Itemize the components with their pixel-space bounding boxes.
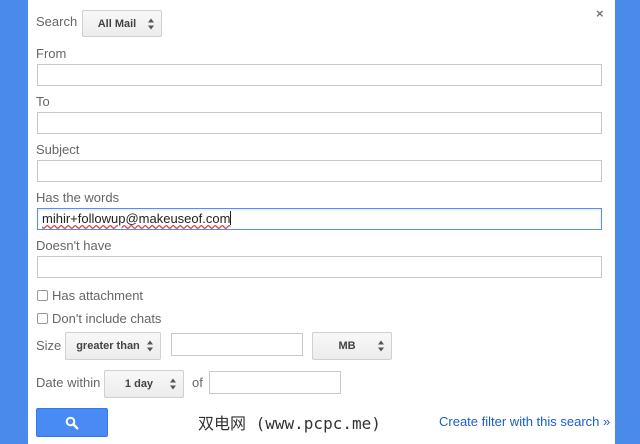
search-scope-value: All Mail [97, 17, 137, 30]
has-attachment-checkbox[interactable] [37, 290, 48, 301]
close-icon[interactable]: × [596, 6, 604, 21]
text-cursor [230, 211, 232, 225]
advanced-search-dialog: × Search All Mail From To Subject Has th… [28, 0, 615, 444]
select-arrows-icon [147, 340, 154, 352]
select-arrows-icon [148, 18, 155, 29]
date-of-field[interactable] [209, 371, 341, 394]
search-label: Search [36, 14, 78, 29]
size-value-field[interactable] [171, 333, 303, 356]
has-words-label: Has the words [36, 190, 120, 205]
create-filter-link[interactable]: Create filter with this search » [439, 414, 610, 429]
date-within-select[interactable]: 1 day [104, 370, 184, 398]
select-arrows-icon [378, 340, 385, 352]
of-label: of [192, 375, 203, 390]
search-scope-select[interactable]: All Mail [82, 10, 162, 37]
size-operator-value: greater than [76, 340, 140, 352]
subject-label: Subject [36, 142, 80, 157]
dont-include-chats-label[interactable]: Don't include chats [52, 311, 161, 326]
watermark-text: 双电网 (www.pcpc.me) [198, 414, 381, 433]
dont-include-chats-checkbox[interactable] [37, 313, 48, 324]
size-unit-value: MB [338, 340, 356, 352]
magnifier-icon [65, 416, 79, 430]
date-within-label: Date within [36, 375, 101, 390]
size-operator-select[interactable]: greater than [65, 332, 161, 360]
select-arrows-icon [170, 378, 177, 390]
doesnt-have-field[interactable] [37, 256, 602, 278]
search-button[interactable] [36, 408, 108, 437]
from-field[interactable] [37, 64, 602, 86]
has-words-value: mihir+followup@makeuseof.com [42, 211, 231, 226]
subject-field[interactable] [37, 160, 602, 182]
doesnt-have-label: Doesn't have [36, 238, 112, 253]
to-label: To [36, 94, 50, 109]
has-attachment-label[interactable]: Has attachment [52, 288, 143, 303]
size-unit-select[interactable]: MB [312, 332, 392, 360]
date-within-value: 1 day [124, 378, 154, 390]
size-label: Size [36, 338, 62, 353]
to-field[interactable] [37, 112, 602, 134]
has-words-field[interactable]: mihir+followup@makeuseof.com [37, 208, 602, 230]
from-label: From [36, 46, 67, 61]
